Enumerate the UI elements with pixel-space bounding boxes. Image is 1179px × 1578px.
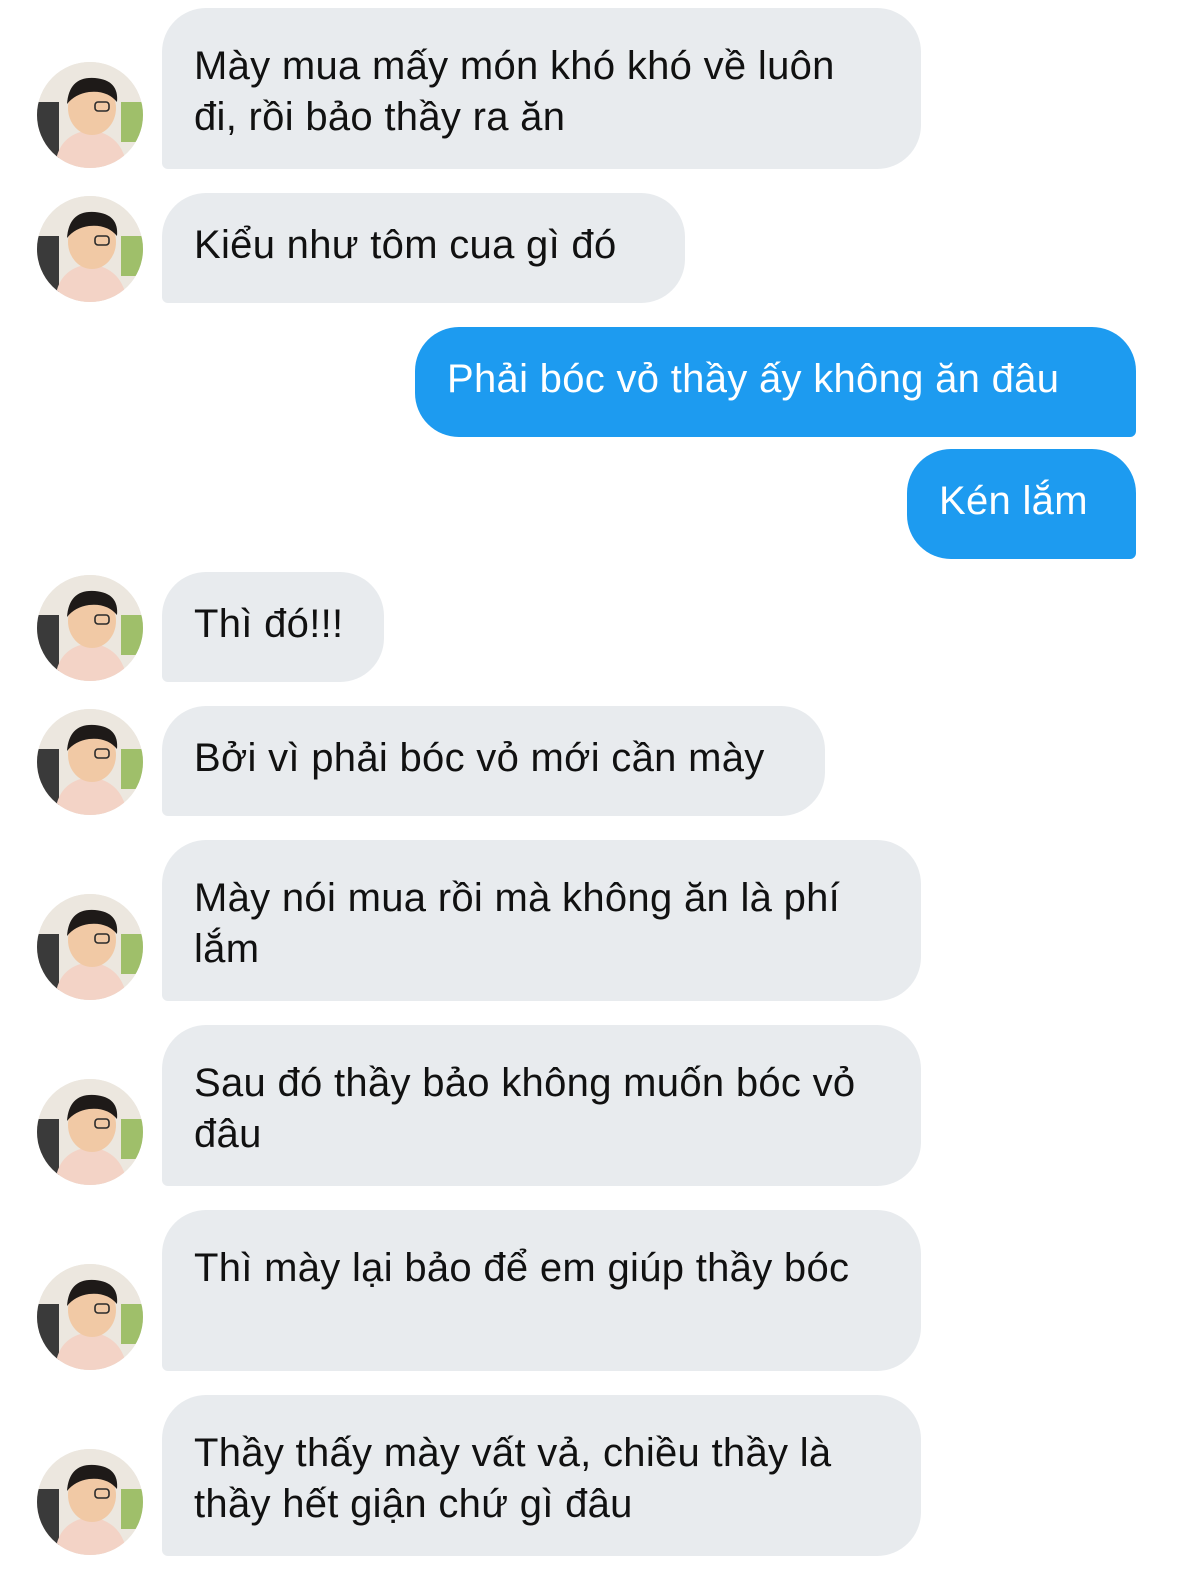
sender-avatar[interactable] [37, 196, 143, 302]
message-text: Kiểu như tôm cua gì đó [194, 223, 617, 267]
message-text: Bởi vì phải bóc vỏ mới cần mày [194, 736, 765, 780]
message-text: Mày mua mấy món khó khó về luôn đi, rồi … [194, 44, 835, 139]
sender-avatar[interactable] [37, 894, 143, 1000]
avatar-photo-icon [37, 894, 143, 1000]
message-bubble-incoming[interactable]: Kiểu như tôm cua gì đó [162, 193, 685, 303]
message-bubble-outgoing[interactable]: Kén lắm [907, 449, 1136, 559]
avatar-photo-icon [37, 575, 143, 681]
message-text: Mày nói mua rồi mà không ăn là phí lắm [194, 876, 841, 971]
message-text: Thầy thấy mày vất vả, chiều thầy là thầy… [194, 1431, 832, 1526]
sender-avatar[interactable] [37, 1264, 143, 1370]
message-bubble-incoming[interactable]: Thầy thấy mày vất vả, chiều thầy là thầy… [162, 1395, 921, 1556]
message-bubble-incoming[interactable]: Mày nói mua rồi mà không ăn là phí lắm [162, 840, 921, 1001]
message-text: Sau đó thầy bảo không muốn bóc vỏ đâu [194, 1061, 856, 1156]
avatar-photo-icon [37, 1264, 143, 1370]
avatar-photo-icon [37, 1079, 143, 1185]
message-text: Phải bóc vỏ thầy ấy không ăn đâu [447, 357, 1060, 401]
message-bubble-incoming[interactable]: Mày mua mấy món khó khó về luôn đi, rồi … [162, 8, 921, 169]
avatar-photo-icon [37, 196, 143, 302]
message-text: Kén lắm [939, 479, 1088, 523]
avatar-photo-icon [37, 1449, 143, 1555]
message-text: Thì đó!!! [194, 602, 344, 646]
message-bubble-incoming[interactable]: Thì mày lại bảo để em giúp thầy bóc [162, 1210, 921, 1371]
message-bubble-outgoing[interactable]: Phải bóc vỏ thầy ấy không ăn đâu [415, 327, 1136, 437]
message-bubble-incoming[interactable]: Thì đó!!! [162, 572, 384, 682]
avatar-photo-icon [37, 709, 143, 815]
message-bubble-incoming[interactable]: Bởi vì phải bóc vỏ mới cần mày [162, 706, 825, 816]
message-bubble-incoming[interactable]: Sau đó thầy bảo không muốn bóc vỏ đâu [162, 1025, 921, 1186]
sender-avatar[interactable] [37, 575, 143, 681]
sender-avatar[interactable] [37, 1449, 143, 1555]
avatar-photo-icon [37, 62, 143, 168]
sender-avatar[interactable] [37, 1079, 143, 1185]
sender-avatar[interactable] [37, 709, 143, 815]
message-thread: Mày mua mấy món khó khó về luôn đi, rồi … [0, 0, 1179, 1578]
message-text: Thì mày lại bảo để em giúp thầy bóc [194, 1246, 850, 1290]
sender-avatar[interactable] [37, 62, 143, 168]
